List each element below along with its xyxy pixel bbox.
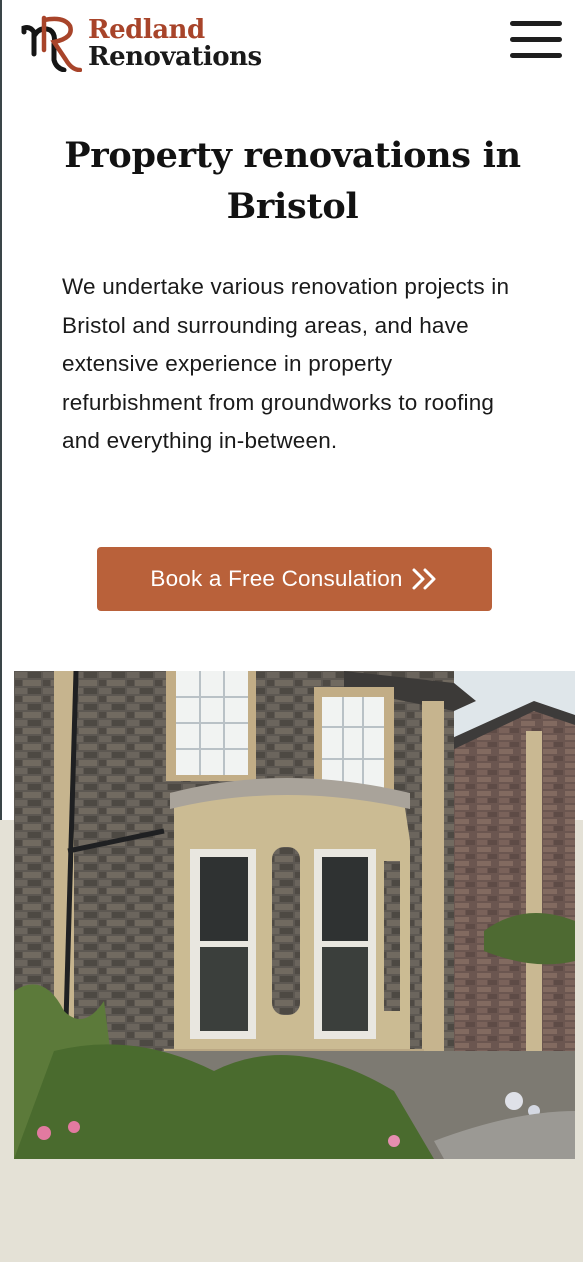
- house-photo: [14, 671, 575, 1159]
- hero-description: We undertake various renovation projects…: [62, 274, 510, 454]
- double-chevron-right-icon: [412, 568, 436, 590]
- logo-text-renovations: Renovations: [88, 42, 262, 72]
- site-header: Redland Renovations: [0, 0, 583, 80]
- book-consultation-label: Book a Free Consulation: [150, 566, 403, 591]
- menu-bar: [510, 53, 562, 58]
- logo-monogram-icon: [21, 15, 82, 72]
- site-logo[interactable]: Redland Renovations: [20, 14, 280, 74]
- page-title: Property renovations in Bristol: [64, 135, 521, 227]
- book-consultation-button[interactable]: Book a Free Consulation: [97, 547, 492, 611]
- menu-bar: [510, 21, 562, 26]
- hamburger-menu-icon[interactable]: [507, 20, 563, 62]
- menu-bar: [510, 37, 562, 42]
- logo-text-redland: Redland: [88, 15, 205, 45]
